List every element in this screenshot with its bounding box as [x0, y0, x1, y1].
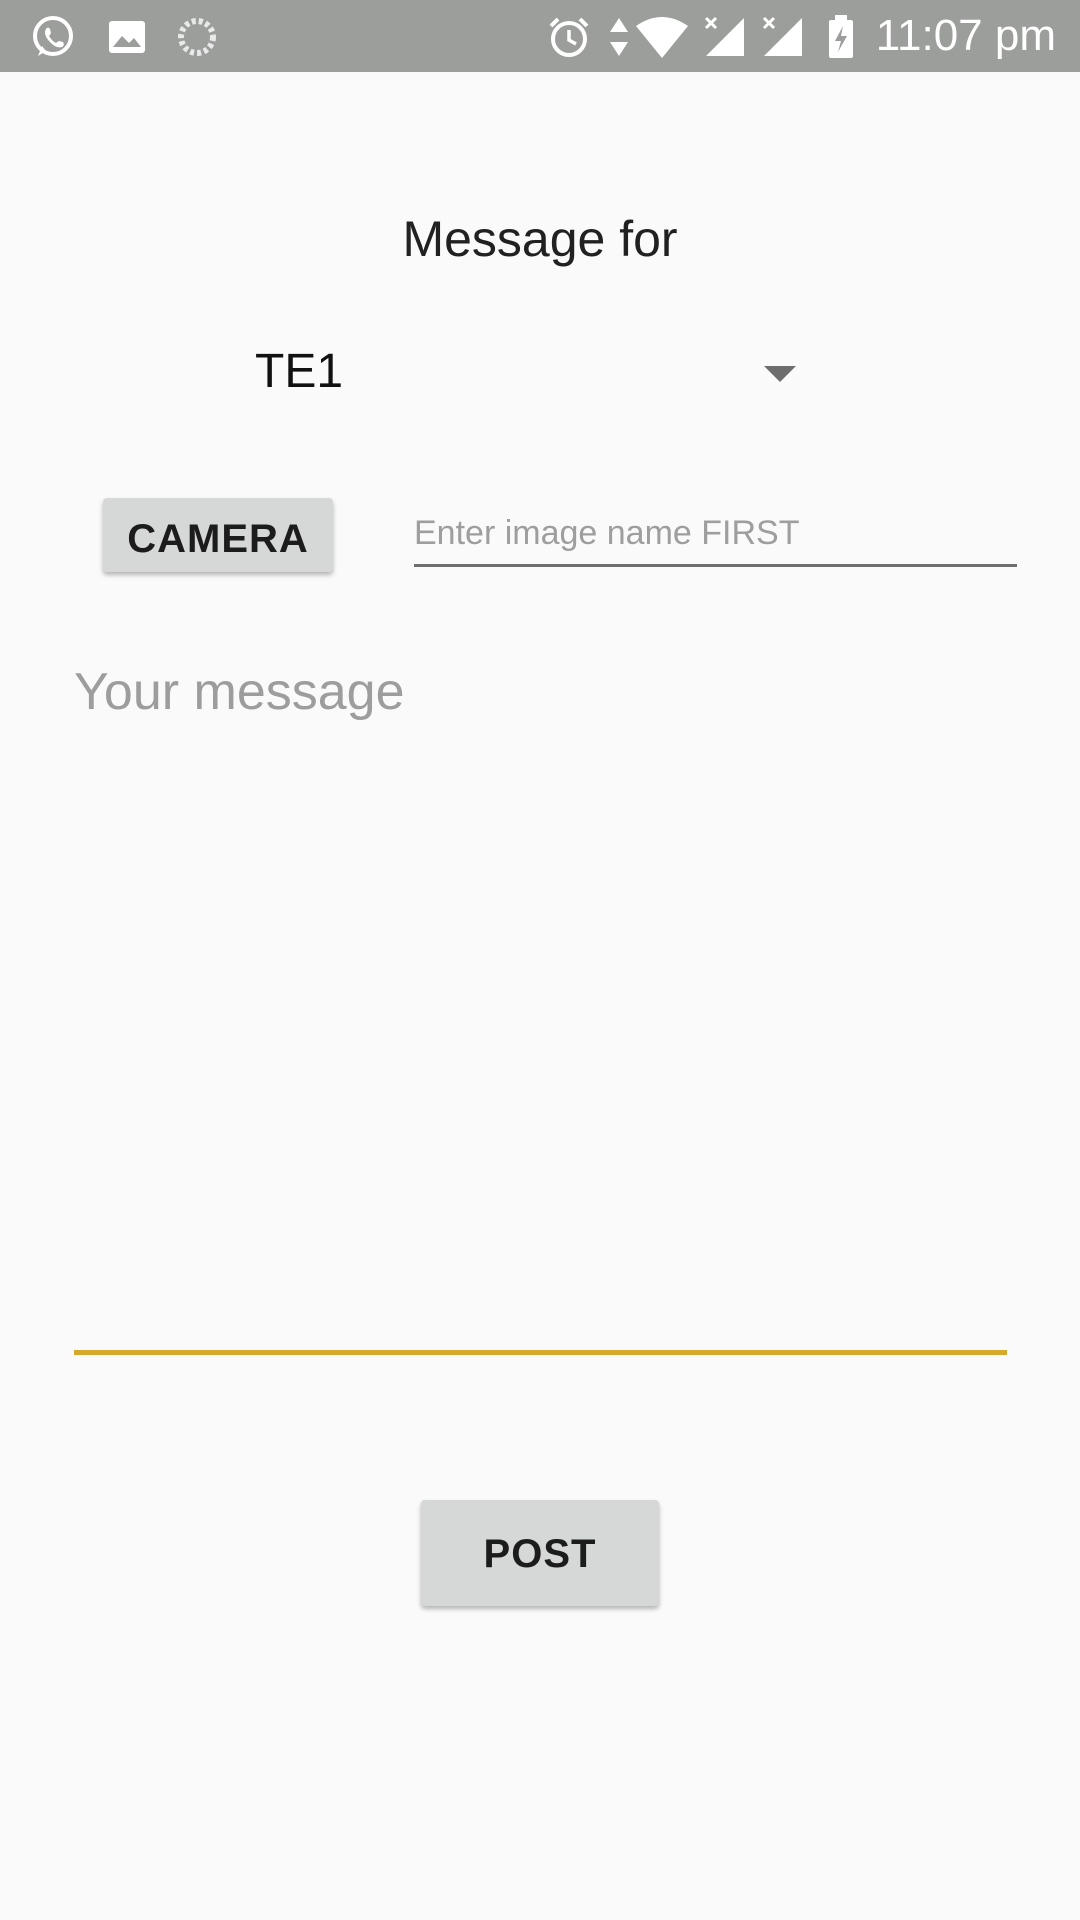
page-title: Message for	[402, 211, 678, 267]
status-bar: 11:07 pm	[0, 0, 1080, 72]
image-name-placeholder: Enter image name FIRST	[414, 514, 800, 552]
alarm-icon	[549, 17, 589, 57]
message-input[interactable]: Your message	[74, 650, 1007, 1355]
signal-no-service-icon	[762, 16, 802, 56]
dropdown-arrow-icon	[764, 366, 796, 382]
status-time: 11:07 pm	[875, 11, 1056, 60]
post-button[interactable]: POST	[421, 1500, 659, 1606]
recipient-selected-value: TE1	[255, 345, 344, 398]
whatsapp-icon	[33, 16, 73, 56]
camera-button[interactable]: CAMERA	[103, 498, 333, 572]
gallery-icon	[109, 21, 145, 53]
signal-no-service-icon	[704, 16, 744, 56]
battery-charging-icon	[829, 15, 853, 58]
recipient-dropdown[interactable]: TE1	[230, 330, 820, 416]
data-transfer-icon	[610, 18, 628, 56]
image-name-input[interactable]: Enter image name FIRST	[414, 508, 1017, 567]
wifi-icon	[636, 17, 688, 58]
loading-icon	[178, 18, 216, 56]
message-placeholder: Your message	[74, 663, 405, 721]
